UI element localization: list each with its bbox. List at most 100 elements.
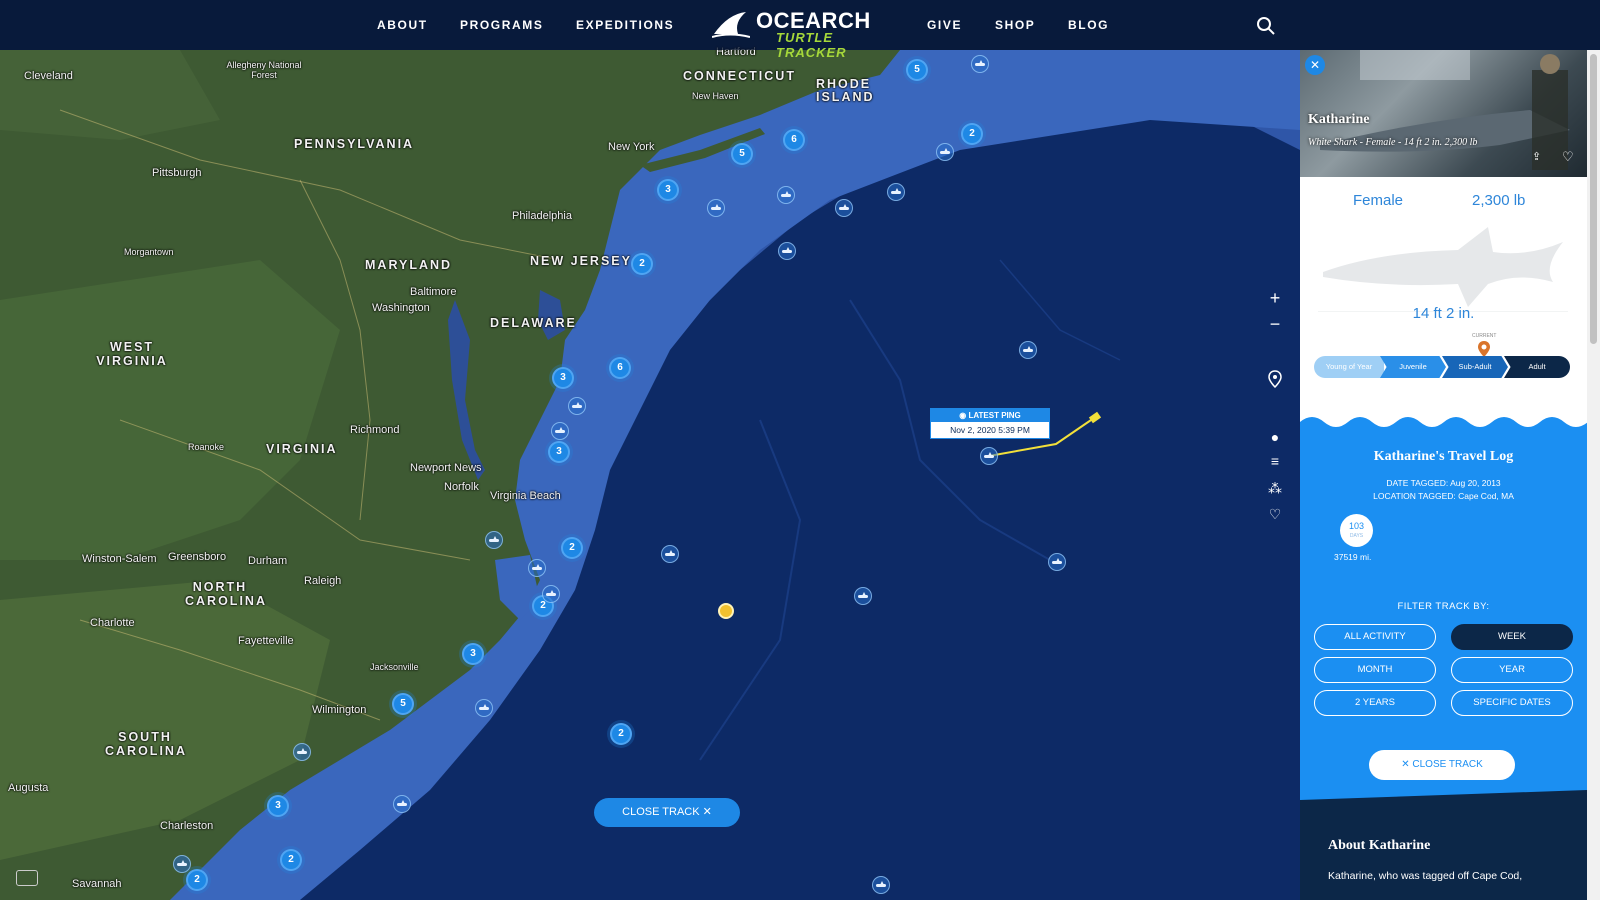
city-label: Roanoke <box>188 442 225 452</box>
shark-marker[interactable] <box>778 242 796 260</box>
filter-week-button[interactable]: WEEK <box>1451 624 1573 650</box>
city-label: Wilmington <box>312 704 367 716</box>
nav-about[interactable]: ABOUT <box>377 18 428 32</box>
city-label: Pittsburgh <box>152 167 202 179</box>
filter-2-years-button[interactable]: 2 YEARS <box>1314 690 1436 716</box>
location-tagged: LOCATION TAGGED: Cape Cod, MA <box>1373 491 1514 501</box>
state-label: NEW JERSEY <box>530 254 632 268</box>
city-label: Philadelphia <box>512 210 572 222</box>
map-info-icon[interactable] <box>16 870 38 886</box>
shark-marker[interactable] <box>936 143 954 161</box>
state-label: WEST VIRGINIA <box>96 340 168 368</box>
ocearch-logo[interactable]: OCEARCH TURTLE TRACKER <box>712 6 890 60</box>
zoom-in-icon[interactable]: + <box>1264 287 1286 309</box>
shark-cluster-marker[interactable]: 2 <box>631 253 653 275</box>
shark-cluster-marker[interactable]: 3 <box>548 441 570 463</box>
shark-cluster-marker[interactable]: 2 <box>561 537 583 559</box>
filter-month-button[interactable]: MONTH <box>1314 657 1436 683</box>
shark-cluster-marker[interactable]: 2 <box>280 849 302 871</box>
stage-sub-adult: Sub-Adult <box>1442 356 1508 378</box>
shark-cluster-marker[interactable]: 2 <box>610 723 632 745</box>
city-label: Richmond <box>350 424 400 436</box>
about-text: Katharine, who was tagged off Cape Cod, <box>1328 870 1523 882</box>
nav-shop[interactable]: SHOP <box>995 18 1035 32</box>
zoom-out-icon[interactable]: − <box>1264 313 1286 335</box>
shark-cluster-marker[interactable]: 2 <box>186 869 208 891</box>
shark-marker[interactable] <box>1019 341 1037 359</box>
share-icon[interactable]: ⇪ <box>1532 150 1541 163</box>
shark-marker[interactable] <box>887 183 905 201</box>
shark-marker[interactable] <box>542 585 560 603</box>
shark-fin-icon <box>712 12 750 38</box>
city-label: Jacksonville <box>370 662 419 672</box>
turtle-marker[interactable] <box>718 603 734 619</box>
city-label: Washington <box>372 302 430 314</box>
nav-programs[interactable]: PROGRAMS <box>460 18 543 32</box>
shark-cluster-marker[interactable]: 5 <box>731 143 753 165</box>
shark-cluster-marker[interactable]: 6 <box>609 357 631 379</box>
shark-marker[interactable] <box>835 199 853 217</box>
shark-marker[interactable] <box>854 587 872 605</box>
stage-young-of-year: Young of Year <box>1314 356 1384 378</box>
heart-icon[interactable]: ♡ <box>1264 503 1286 525</box>
close-icon: ✕ <box>702 806 712 818</box>
shark-marker[interactable] <box>528 559 546 577</box>
shark-cluster-marker[interactable]: 2 <box>961 123 983 145</box>
shark-marker[interactable] <box>485 531 503 549</box>
filter-all-activity-button[interactable]: ALL ACTIVITY <box>1314 624 1436 650</box>
close-track-panel-button[interactable]: ✕ CLOSE TRACK <box>1369 750 1515 780</box>
shark-cluster-marker[interactable]: 5 <box>906 59 928 81</box>
location-pin-icon[interactable] <box>1264 370 1286 392</box>
shark-marker[interactable] <box>475 699 493 717</box>
about-divider <box>1300 790 1587 810</box>
nav-blog[interactable]: BLOG <box>1068 18 1109 32</box>
shark-cluster-marker[interactable]: 3 <box>462 643 484 665</box>
shark-cluster-marker[interactable]: 3 <box>552 367 574 389</box>
shark-marker[interactable] <box>872 876 890 894</box>
shark-marker-latest[interactable] <box>980 447 998 465</box>
shark-cluster-marker[interactable]: 3 <box>657 179 679 201</box>
about-section: About Katharine Katharine, who was tagge… <box>1300 808 1587 900</box>
shark-cluster-marker[interactable]: 3 <box>267 795 289 817</box>
close-panel-button[interactable]: ✕ <box>1305 55 1325 75</box>
city-label: Virginia Beach <box>490 490 561 502</box>
close-icon: ✕ <box>1309 58 1321 72</box>
stage-juvenile: Juvenile <box>1380 356 1446 378</box>
days-label: DAYS <box>1349 533 1364 539</box>
close-track-button[interactable]: CLOSE TRACK ✕ <box>594 798 740 827</box>
latest-ping-label: LATEST PING <box>968 411 1021 420</box>
date-tagged: DATE TAGGED: Aug 20, 2013 <box>1386 478 1501 488</box>
list-icon[interactable]: ≡ <box>1264 450 1286 472</box>
latest-ping-time: Nov 2, 2020 5:39 PM <box>950 425 1030 435</box>
shark-length: 14 ft 2 in. <box>1412 305 1475 322</box>
filter-specific-dates-button[interactable]: SPECIFIC DATES <box>1451 690 1573 716</box>
shark-silhouette <box>1318 227 1568 312</box>
share-icon[interactable]: ⁂ <box>1264 477 1286 499</box>
shark-marker[interactable] <box>707 199 725 217</box>
layers-icon[interactable]: ● <box>1264 426 1286 448</box>
stage-adult: Adult <box>1504 356 1570 378</box>
hero-shark-description: White Shark - Female - 14 ft 2 in. 2,300… <box>1308 137 1478 148</box>
nav-expeditions[interactable]: EXPEDITIONS <box>576 18 674 32</box>
city-label: New Haven <box>692 91 739 101</box>
state-label: NORTH CAROLINA <box>185 580 267 608</box>
filter-year-button[interactable]: YEAR <box>1451 657 1573 683</box>
shark-marker[interactable] <box>1048 553 1066 571</box>
shark-marker[interactable] <box>173 855 191 873</box>
state-label: PENNSYLVANIA <box>294 137 415 151</box>
shark-marker[interactable] <box>661 545 679 563</box>
shark-marker[interactable] <box>971 55 989 73</box>
favorite-heart-icon[interactable]: ♡ <box>1562 149 1574 165</box>
shark-cluster-marker[interactable]: 5 <box>392 693 414 715</box>
nav-give[interactable]: GIVE <box>927 18 962 32</box>
shark-marker[interactable] <box>393 795 411 813</box>
shark-marker[interactable] <box>293 743 311 761</box>
shark-marker[interactable] <box>777 186 795 204</box>
city-label: Norfolk <box>444 481 479 493</box>
city-label: Allegheny National Forest <box>226 60 302 80</box>
panel-scrollbar-thumb[interactable] <box>1590 54 1597 344</box>
shark-marker[interactable] <box>568 397 586 415</box>
search-icon[interactable] <box>1256 16 1276 36</box>
shark-cluster-marker[interactable]: 6 <box>783 129 805 151</box>
shark-marker[interactable] <box>551 422 569 440</box>
